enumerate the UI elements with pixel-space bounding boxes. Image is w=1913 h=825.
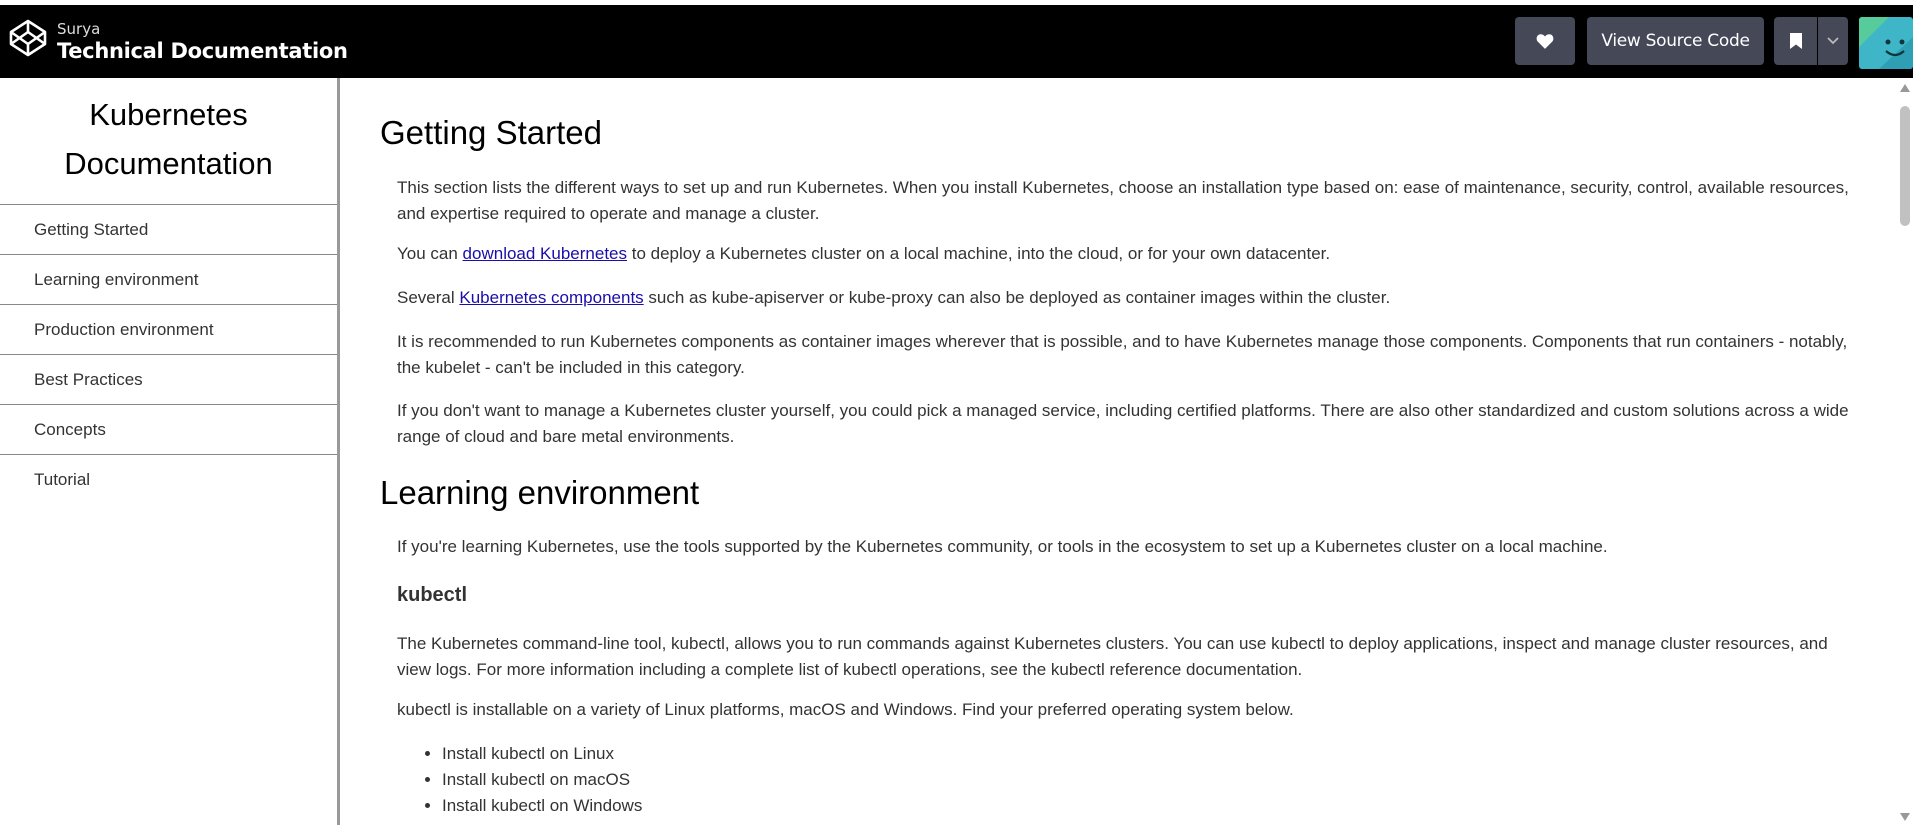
bookmark-menu-button[interactable]	[1818, 17, 1848, 65]
sidebar-item-learning-environment[interactable]: Learning environment	[0, 255, 337, 305]
sidebar-item-production-environment[interactable]: Production environment	[0, 305, 337, 355]
download-kubernetes-link[interactable]: download Kubernetes	[463, 244, 627, 263]
kubernetes-components-link[interactable]: Kubernetes components	[459, 288, 643, 307]
section-heading-getting-started: Getting Started	[380, 114, 602, 151]
text: You can	[397, 244, 463, 263]
getting-started-paragraph-2: You can download Kubernetes to deploy a …	[397, 241, 1857, 267]
learning-environment-paragraph-3: kubectl is installable on a variety of L…	[397, 700, 1294, 719]
main-content: Getting Started This section lists the d…	[340, 78, 1895, 825]
text: to deploy a Kubernetes cluster on a loca…	[627, 244, 1331, 263]
scroll-down-arrow-icon[interactable]	[1900, 813, 1910, 821]
bookmark-icon	[1789, 33, 1802, 49]
bookmark-button[interactable]	[1774, 17, 1817, 65]
sidebar-item-best-practices[interactable]: Best Practices	[0, 355, 337, 405]
heart-button[interactable]	[1515, 17, 1575, 65]
sidebar-item-tutorial[interactable]: Tutorial	[0, 455, 337, 505]
view-source-button[interactable]: View Source Code	[1587, 17, 1764, 65]
sidebar-item-concepts[interactable]: Concepts	[0, 405, 337, 455]
install-kubectl-list: Install kubectl on Linux Install kubectl…	[397, 741, 642, 819]
scroll-up-arrow-icon[interactable]	[1900, 84, 1910, 92]
brand-title[interactable]: Technical Documentation	[57, 39, 348, 63]
sidebar-item-getting-started[interactable]: Getting Started	[0, 205, 337, 255]
kubectl-subheading: kubectl	[397, 584, 468, 606]
brand-subtitle: Surya	[57, 20, 101, 38]
learning-environment-paragraph-2: The Kubernetes command-line tool, kubect…	[397, 634, 1828, 679]
learning-environment-paragraph-1: If you're learning Kubernetes, use the t…	[397, 537, 1608, 556]
section-heading-learning-environment: Learning environment	[380, 474, 700, 511]
text: Several	[397, 288, 460, 307]
getting-started-paragraph-4: It is recommended to run Kubernetes comp…	[397, 332, 1848, 377]
list-item: Install kubectl on Linux	[442, 741, 642, 767]
text: such as kube-apiserver or kube-proxy can…	[643, 288, 1391, 307]
top-bar: Surya Technical Documentation View Sourc…	[0, 5, 1913, 78]
getting-started-paragraph-3: Several Kubernetes components such as ku…	[397, 285, 1857, 311]
sidebar: Kubernetes Documentation Getting Started…	[0, 78, 340, 825]
scrollbar[interactable]	[1897, 78, 1913, 825]
heart-icon	[1536, 34, 1554, 49]
chevron-down-icon	[1827, 37, 1839, 45]
codepen-logo-icon[interactable]	[8, 18, 48, 58]
getting-started-paragraph-5: If you don't want to manage a Kubernetes…	[397, 401, 1849, 446]
sidebar-title: Kubernetes Documentation	[0, 78, 337, 205]
scrollbar-thumb[interactable]	[1900, 106, 1910, 226]
avatar[interactable]	[1859, 17, 1913, 69]
getting-started-paragraph-1: This section lists the different ways to…	[397, 178, 1849, 223]
list-item: Install kubectl on Windows	[442, 793, 642, 819]
list-item: Install kubectl on macOS	[442, 767, 642, 793]
